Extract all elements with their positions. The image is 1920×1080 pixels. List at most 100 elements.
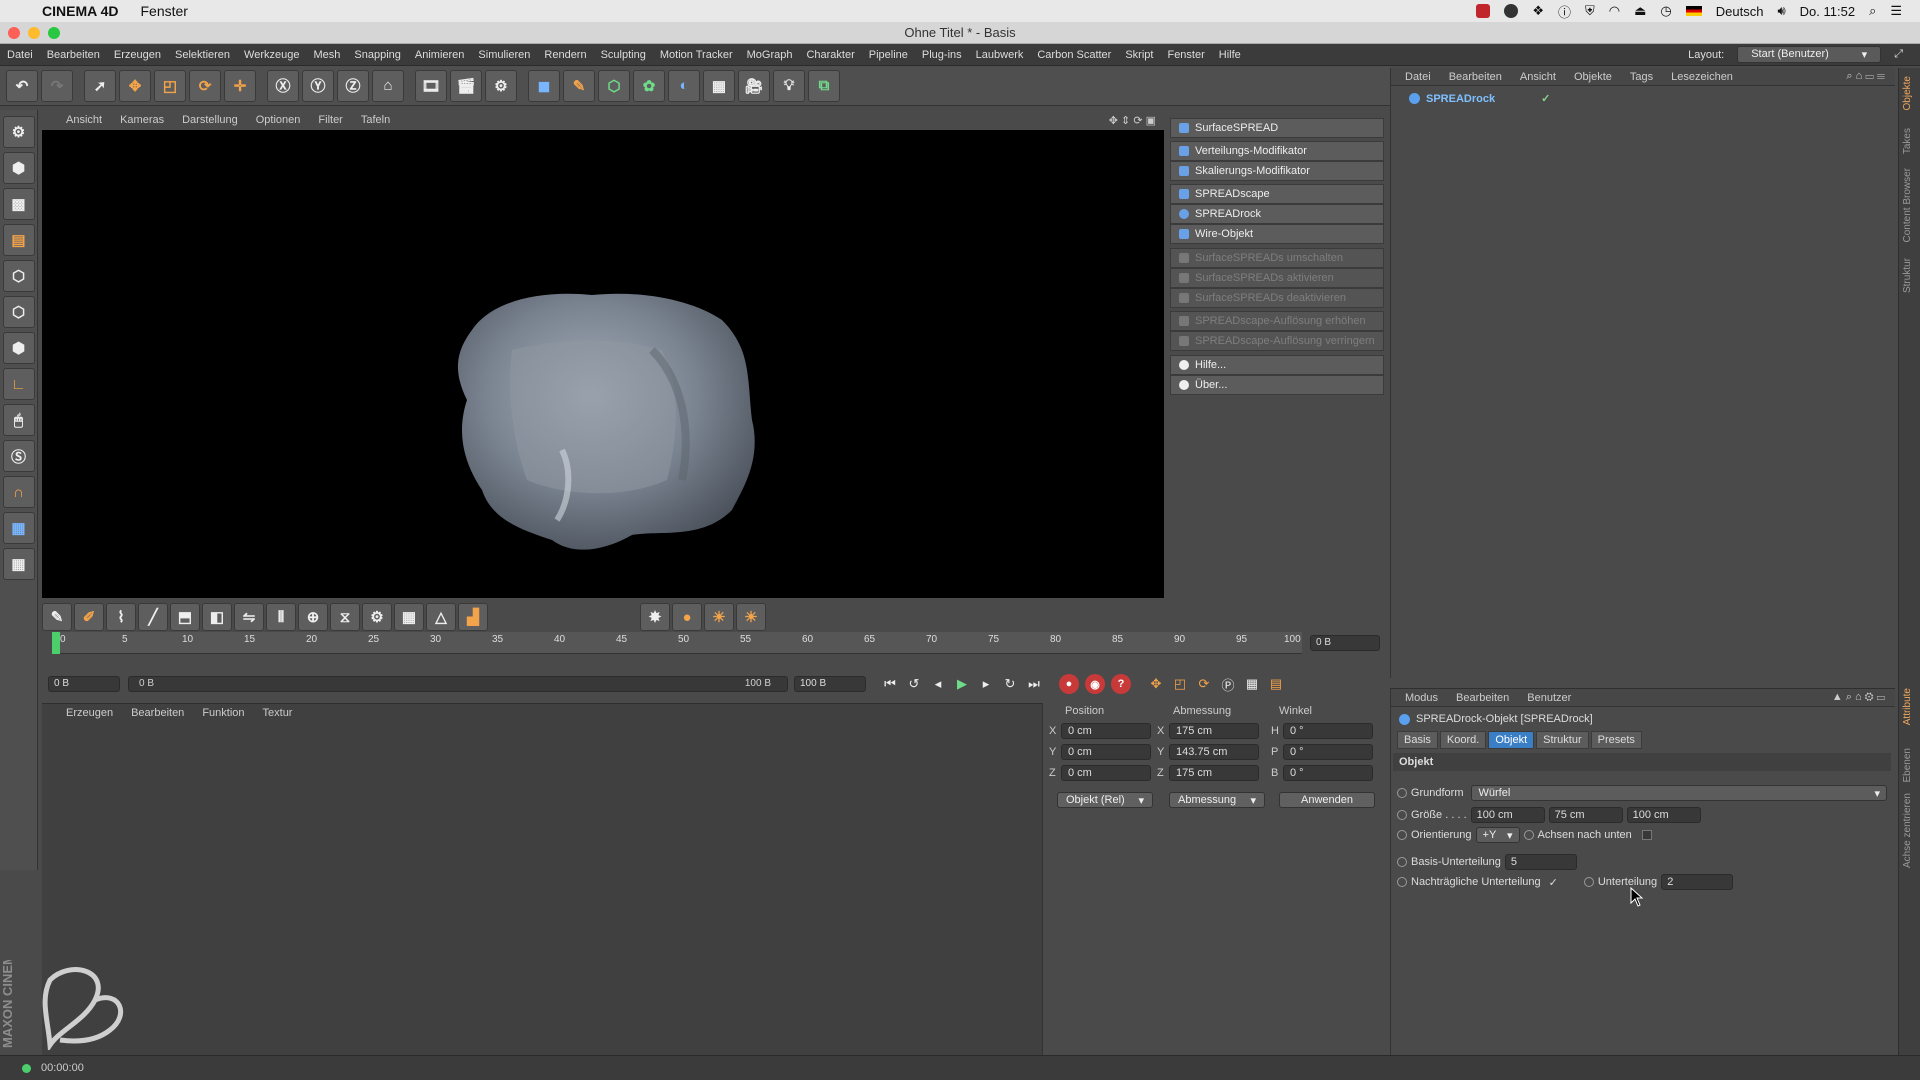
side-tab-struktur[interactable]: Struktur bbox=[1902, 258, 1913, 293]
spotlight-icon[interactable]: ⌕ bbox=[1869, 3, 1876, 19]
groesse-y-field[interactable]: 75 cm bbox=[1548, 807, 1623, 823]
subdivide-icon[interactable]: ▦ bbox=[394, 603, 424, 631]
key-scale-icon[interactable]: ◰ bbox=[1168, 672, 1192, 696]
visibility-check-icon[interactable]: ✓ bbox=[1541, 92, 1550, 105]
key-rotation-icon[interactable]: ⟳ bbox=[1192, 672, 1216, 696]
axis-x-lock-icon[interactable]: Ⓧ bbox=[267, 69, 299, 102]
object-row-spreadrock[interactable]: SPREADrock ✓ bbox=[1391, 86, 1895, 105]
workplane-lock-icon[interactable]: ▦ bbox=[2, 512, 35, 544]
wifi-icon[interactable]: ◠ bbox=[1609, 3, 1620, 19]
texture-mode-icon[interactable]: ▩ bbox=[2, 188, 35, 220]
knife-icon[interactable]: ⌇ bbox=[106, 603, 136, 631]
mirror-icon[interactable]: ⧖ bbox=[330, 603, 360, 631]
previous-frame-icon[interactable]: ◂ bbox=[926, 672, 950, 696]
floor-icon[interactable]: ▦ bbox=[703, 69, 735, 102]
side-tab-objekte[interactable]: Objekte bbox=[1902, 76, 1913, 110]
creative-cloud-icon[interactable] bbox=[1504, 4, 1519, 18]
axis-z-lock-icon[interactable]: Ⓩ bbox=[337, 69, 369, 102]
timeline-ruler[interactable]: 0 5 10 15 20 25 30 35 40 45 50 55 60 65 … bbox=[52, 632, 1302, 654]
status-red-icon[interactable] bbox=[1476, 4, 1491, 18]
menu-motion-tracker[interactable]: Motion Tracker bbox=[653, 49, 740, 61]
mac-menu-fenster[interactable]: Fenster bbox=[141, 3, 188, 19]
size-mode-select[interactable]: Abmessung ▾ bbox=[1169, 792, 1265, 808]
plugin-item-verteilungs-modifikator[interactable]: Verteilungs-Modifikator bbox=[1170, 141, 1384, 161]
menu-skript[interactable]: Skript bbox=[1118, 49, 1160, 61]
rotation-h-field[interactable]: 0 ° bbox=[1283, 723, 1373, 739]
plugin-item-hilfe[interactable]: Hilfe... bbox=[1170, 355, 1384, 375]
menu-mograph[interactable]: MoGraph bbox=[740, 49, 800, 61]
extrude-icon[interactable]: ⬒ bbox=[170, 603, 200, 631]
mat-menu-funktion[interactable]: Funktion bbox=[202, 707, 244, 719]
menu-hilfe[interactable]: Hilfe bbox=[1212, 49, 1248, 61]
attr-menu-benutzer[interactable]: Benutzer bbox=[1527, 692, 1571, 704]
plugin-item-surfacespread[interactable]: SurfaceSPREAD bbox=[1170, 118, 1384, 138]
3d-viewport[interactable] bbox=[42, 130, 1164, 598]
menu-rendern[interactable]: Rendern bbox=[537, 49, 593, 61]
om-menu-datei[interactable]: Datei bbox=[1405, 71, 1431, 83]
axis-mode-icon[interactable]: ∟ bbox=[2, 368, 35, 400]
attr-menu-modus[interactable]: Modus bbox=[1405, 692, 1438, 704]
points-mode-icon[interactable]: ⬡ bbox=[2, 260, 35, 292]
grid-icon[interactable]: ▦ bbox=[2, 548, 35, 580]
unterteilung-field[interactable]: 2 bbox=[1661, 874, 1734, 890]
side-tab-achse-zentrieren[interactable]: Achse zentrieren bbox=[1902, 793, 1913, 868]
axis-y-lock-icon[interactable]: Ⓨ bbox=[302, 69, 334, 102]
achsen-checkbox[interactable] bbox=[1641, 830, 1652, 840]
transform-tool-icon[interactable]: ✛ bbox=[224, 69, 256, 102]
viewport-menu-kameras[interactable]: Kameras bbox=[120, 114, 164, 126]
shield-icon[interactable]: ⛨ bbox=[1585, 3, 1595, 19]
menu-charakter[interactable]: Charakter bbox=[799, 49, 861, 61]
menu-mesh[interactable]: Mesh bbox=[306, 49, 347, 61]
viewport-menu-filter[interactable]: Filter bbox=[318, 114, 342, 126]
plugin-item-ueber[interactable]: Über... bbox=[1170, 375, 1384, 395]
minimize-window-button[interactable] bbox=[28, 27, 40, 39]
weld-icon[interactable]: ⊕ bbox=[298, 603, 328, 631]
snap-icon[interactable]: Ⓢ bbox=[2, 440, 35, 472]
animate-radio[interactable] bbox=[1583, 877, 1594, 887]
notification-icon[interactable]: ☰ bbox=[1890, 3, 1902, 19]
menu-bearbeiten[interactable]: Bearbeiten bbox=[40, 49, 107, 61]
menu-datei[interactable]: Datei bbox=[0, 49, 40, 61]
attr-nav-icons[interactable]: ▲ ⌕ ⌂ ⚙ ▭ bbox=[1832, 691, 1895, 704]
tab-basis[interactable]: Basis bbox=[1397, 731, 1438, 749]
render-view-icon[interactable]: 🎞︎ bbox=[415, 69, 447, 102]
om-menu-bearbeiten[interactable]: Bearbeiten bbox=[1449, 71, 1502, 83]
render-picture-viewer-icon[interactable]: 🎬︎ bbox=[450, 69, 482, 102]
mat-menu-erzeugen[interactable]: Erzeugen bbox=[66, 707, 113, 719]
cube-primitive-icon[interactable]: ◼ bbox=[528, 69, 560, 102]
model-mode-icon[interactable]: ⬢ bbox=[2, 152, 35, 184]
bevel-icon[interactable]: ◧ bbox=[202, 603, 232, 631]
rotation-p-field[interactable]: 0 ° bbox=[1283, 744, 1373, 760]
side-tab-ebenen[interactable]: Ebenen bbox=[1902, 748, 1913, 782]
volume-icon[interactable]: 🔊︎ bbox=[1777, 3, 1785, 19]
animate-radio[interactable] bbox=[1397, 857, 1407, 867]
timeline-playhead[interactable] bbox=[52, 632, 60, 654]
om-menu-lesezeichen[interactable]: Lesezeichen bbox=[1671, 71, 1733, 83]
magnet-icon[interactable]: ∩ bbox=[2, 476, 35, 508]
viewport-menu-ansicht[interactable]: Ansicht bbox=[66, 114, 102, 126]
current-frame-field[interactable]: 0 B bbox=[1310, 635, 1380, 651]
side-tab-takes[interactable]: Takes bbox=[1902, 128, 1913, 154]
keyboard-language[interactable]: Deutsch bbox=[1716, 4, 1764, 19]
emitter-icon[interactable]: ✸ bbox=[640, 603, 670, 631]
viewport-menu-tafeln[interactable]: Tafeln bbox=[361, 114, 390, 126]
end-frame-field[interactable]: 100 B bbox=[794, 676, 866, 692]
camera-icon[interactable]: 🎥︎ bbox=[738, 69, 770, 102]
array-icon[interactable]: ⫴ bbox=[266, 603, 296, 631]
tab-koord[interactable]: Koord. bbox=[1439, 731, 1487, 749]
eject-icon[interactable]: ⏏ bbox=[1634, 3, 1646, 19]
polygon-pen-icon[interactable]: ✎ bbox=[42, 603, 72, 631]
menu-carbon-scatter[interactable]: Carbon Scatter bbox=[1030, 49, 1118, 61]
animate-radio[interactable] bbox=[1397, 810, 1407, 820]
apply-button[interactable]: Anwenden bbox=[1279, 792, 1375, 808]
tab-struktur[interactable]: Struktur bbox=[1536, 731, 1589, 749]
edges-mode-icon[interactable]: ⬡ bbox=[2, 296, 35, 328]
menu-simulieren[interactable]: Simulieren bbox=[471, 49, 537, 61]
next-frame-icon[interactable]: ▸ bbox=[974, 672, 998, 696]
menu-selektieren[interactable]: Selektieren bbox=[168, 49, 237, 61]
size-z-field[interactable]: 175 cm bbox=[1169, 765, 1259, 781]
xyz-light-icon[interactable]: ☀ bbox=[704, 603, 734, 631]
menu-sculpting[interactable]: Sculpting bbox=[594, 49, 653, 61]
tab-objekt[interactable]: Objekt bbox=[1488, 731, 1535, 749]
keyframe-selection-icon[interactable]: ? bbox=[1111, 674, 1131, 694]
